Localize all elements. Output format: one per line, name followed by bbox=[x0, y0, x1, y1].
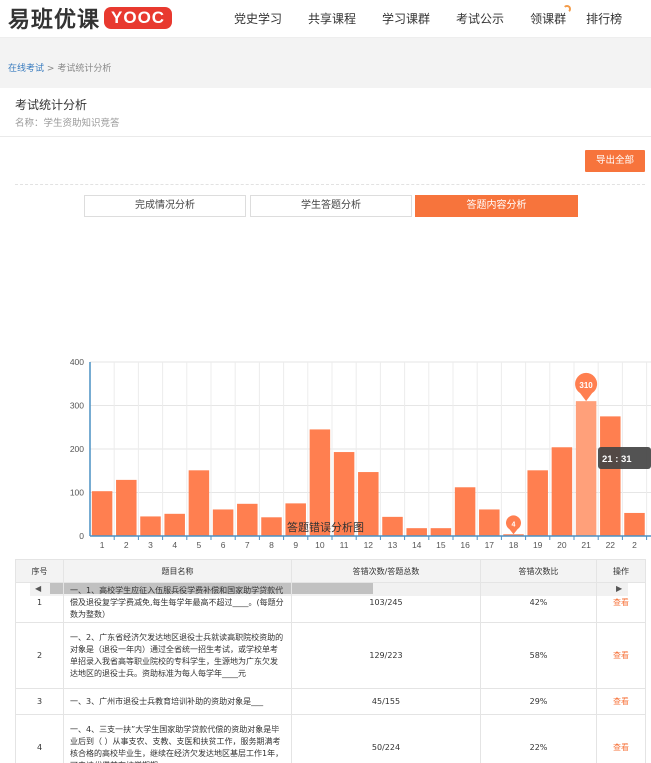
y-tick-label: 300 bbox=[70, 401, 84, 411]
error-ratio: 45/155 bbox=[291, 688, 481, 715]
tab-answer-content[interactable]: 答题内容分析 bbox=[415, 195, 578, 217]
x-tick-label: 2 bbox=[632, 540, 637, 550]
view-link[interactable]: 查看 bbox=[596, 582, 646, 623]
site-logo[interactable]: 易班优课 YOOC bbox=[8, 4, 173, 33]
view-link[interactable]: 查看 bbox=[596, 622, 646, 689]
col-header-error-rate: 答错次数比 bbox=[480, 559, 597, 583]
x-tick-label: 8 bbox=[269, 540, 274, 550]
x-tick-label: 12 bbox=[364, 540, 374, 550]
breadcrumb-bar: 在线考试 > 考试统计分析 bbox=[0, 38, 651, 88]
x-tick-label: 20 bbox=[557, 540, 567, 550]
x-tick-label: 22 bbox=[606, 540, 616, 550]
row-no: 2 bbox=[15, 622, 64, 689]
error-percent: 29% bbox=[480, 688, 597, 715]
y-tick-label: 400 bbox=[70, 357, 84, 367]
col-header-action: 操作 bbox=[596, 559, 646, 583]
table-header-row: 序号 题目名称 答错次数/答题总数 答错次数比 操作 bbox=[15, 559, 646, 583]
max-marker-label: 310 bbox=[579, 381, 593, 390]
x-tick-label: 11 bbox=[340, 540, 349, 550]
row-no: 3 bbox=[15, 688, 64, 715]
question-name: 一、3、广州市退役士兵教育培训补助的资助对象是___ bbox=[63, 688, 292, 715]
error-ratio: 50/224 bbox=[291, 714, 481, 763]
nav-ranking[interactable]: 排行榜 bbox=[586, 0, 622, 38]
table-row: 4 一、4、三支一扶”大学生国家助学贷款代偿的资助对象是毕业后到（ ）从事支农、… bbox=[15, 714, 646, 763]
x-tick-label: 5 bbox=[197, 540, 202, 550]
breadcrumb-separator: > bbox=[46, 64, 55, 74]
y-tick-label: 200 bbox=[70, 444, 84, 454]
table-row: 2 一、2、广东省经济欠发达地区退役士兵就读高职院校资助的对象是（退役一年内）通… bbox=[15, 622, 646, 689]
x-tick-label: 7 bbox=[245, 540, 250, 550]
x-tick-label: 4 bbox=[172, 540, 177, 550]
question-name: 一、4、三支一扶”大学生国家助学贷款代偿的资助对象是毕业后到（ ）从事支农、支教… bbox=[63, 714, 292, 763]
x-tick-label: 2 bbox=[124, 540, 129, 550]
x-tick-label: 9 bbox=[293, 540, 298, 550]
x-tick-label: 16 bbox=[460, 540, 470, 550]
logo-badge: YOOC bbox=[104, 7, 173, 29]
view-link-label[interactable]: 查看 bbox=[613, 598, 629, 607]
x-tick-label: 1 bbox=[100, 540, 105, 550]
error-ratio: 103/245 bbox=[291, 582, 481, 623]
x-tick-label: 10 bbox=[315, 540, 325, 550]
x-tick-label: 17 bbox=[485, 540, 495, 550]
main-nav: 党史学习 共享课程 学习课群 考试公示 领课群 排行榜 bbox=[222, 0, 622, 38]
view-link[interactable]: 查看 bbox=[596, 714, 646, 763]
row-no: 4 bbox=[15, 714, 64, 763]
row-no: 1 bbox=[15, 582, 64, 623]
question-analysis-table: 序号 题目名称 答错次数/答题总数 答错次数比 操作 1 一、1、高校学生应征入… bbox=[15, 559, 646, 763]
tab-student-answers[interactable]: 学生答题分析 bbox=[250, 195, 412, 217]
exam-name: 名称：学生资助知识竞答 bbox=[15, 118, 120, 129]
divider bbox=[0, 136, 651, 137]
col-header-error-count: 答错次数/答题总数 bbox=[291, 559, 481, 583]
nav-get-groups[interactable]: 领课群 bbox=[530, 0, 572, 38]
error-percent: 22% bbox=[480, 714, 597, 763]
logo-text: 易班优课 bbox=[8, 8, 101, 33]
view-link-label[interactable]: 查看 bbox=[613, 743, 629, 752]
view-link[interactable]: 查看 bbox=[596, 688, 646, 715]
nav-party-history[interactable]: 党史学习 bbox=[234, 0, 282, 38]
error-percent: 42% bbox=[480, 582, 597, 623]
chart-bar bbox=[575, 401, 597, 536]
rss-icon bbox=[563, 5, 572, 13]
x-tick-label: 21 bbox=[581, 540, 591, 550]
chart-tooltip-text: 21 : 31 bbox=[602, 454, 632, 465]
error-ratio: 129/223 bbox=[291, 622, 481, 689]
breadcrumb-home[interactable]: 在线考试 bbox=[8, 64, 44, 74]
view-link-label[interactable]: 查看 bbox=[613, 651, 629, 660]
analysis-tabs: 完成情况分析 学生答题分析 答题内容分析 bbox=[84, 195, 578, 217]
question-name: 一、1、高校学生应征入伍服兵役学费补偿和国家助学贷款代偿及退役复学学费减免,每生… bbox=[63, 582, 292, 623]
nav-exam-notice[interactable]: 考试公示 bbox=[456, 0, 504, 38]
error-percent: 58% bbox=[480, 622, 597, 689]
nav-get-groups-label: 领课群 bbox=[530, 12, 567, 26]
x-tick-label: 18 bbox=[509, 540, 519, 550]
breadcrumb: 在线考试 > 考试统计分析 bbox=[8, 61, 111, 74]
question-name: 一、2、广东省经济欠发达地区退役士兵就读高职院校资助的对象是（退役一年内）通过全… bbox=[63, 622, 292, 689]
y-tick-label: 100 bbox=[70, 488, 84, 498]
x-tick-label: 6 bbox=[221, 540, 226, 550]
breadcrumb-current: 考试统计分析 bbox=[57, 64, 112, 74]
x-tick-label: 3 bbox=[148, 540, 153, 550]
export-all-button[interactable]: 导出全部 bbox=[585, 150, 645, 172]
nav-study-groups[interactable]: 学习课群 bbox=[382, 0, 430, 38]
error-bar-chart: 01002003004001 2 3 4 5 6 7 8 9 10 11 12 13 14 15 16 17 18… bbox=[70, 357, 651, 550]
chart-title: 答题错误分析图 bbox=[287, 521, 364, 534]
x-tick-label: 14 bbox=[412, 540, 422, 550]
table-row: 3 一、3、广州市退役士兵教育培训补助的资助对象是___ 45/155 29% … bbox=[15, 688, 646, 715]
x-tick-label: 13 bbox=[388, 540, 398, 550]
table-row: 1 一、1、高校学生应征入伍服兵役学费补偿和国家助学贷款代偿及退役复学学费减免,… bbox=[15, 582, 646, 623]
view-link-label[interactable]: 查看 bbox=[613, 697, 629, 706]
col-header-question: 题目名称 bbox=[63, 559, 292, 583]
x-tick-label: 19 bbox=[533, 540, 543, 550]
x-tick-label: 15 bbox=[436, 540, 446, 550]
col-header-no: 序号 bbox=[15, 559, 64, 583]
tab-completion[interactable]: 完成情况分析 bbox=[84, 195, 246, 217]
dashed-divider bbox=[15, 184, 645, 185]
nav-shared-courses[interactable]: 共享课程 bbox=[308, 0, 356, 38]
top-navbar: 易班优课 YOOC 党史学习 共享课程 学习课群 考试公示 领课群 排行榜 bbox=[0, 0, 651, 38]
page-title: 考试统计分析 bbox=[15, 98, 88, 112]
